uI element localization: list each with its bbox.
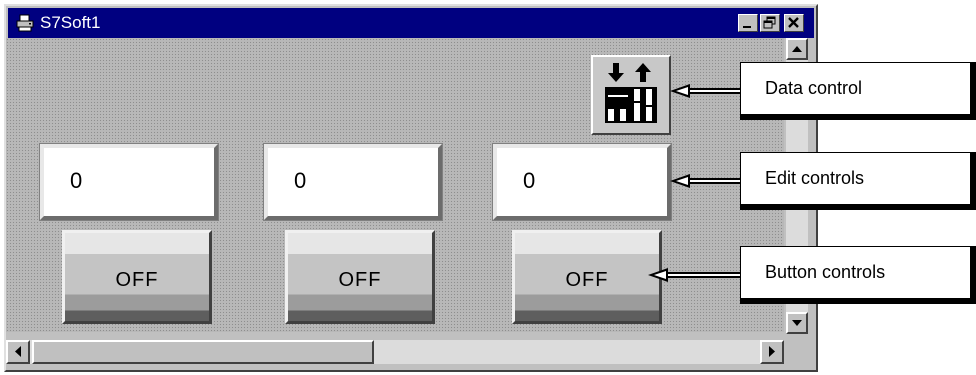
arrow-button-controls: [648, 268, 740, 282]
callout-button-controls: Button controls: [740, 246, 976, 304]
arrow-data-control: [670, 84, 740, 98]
callout-label: Button controls: [765, 262, 886, 282]
callout-data-control: Data control: [740, 62, 976, 120]
callout-label: Data control: [765, 78, 863, 98]
arrow-edit-controls: [670, 174, 740, 188]
callout-edit-controls: Edit controls: [740, 152, 976, 210]
callout-label: Edit controls: [765, 168, 865, 188]
